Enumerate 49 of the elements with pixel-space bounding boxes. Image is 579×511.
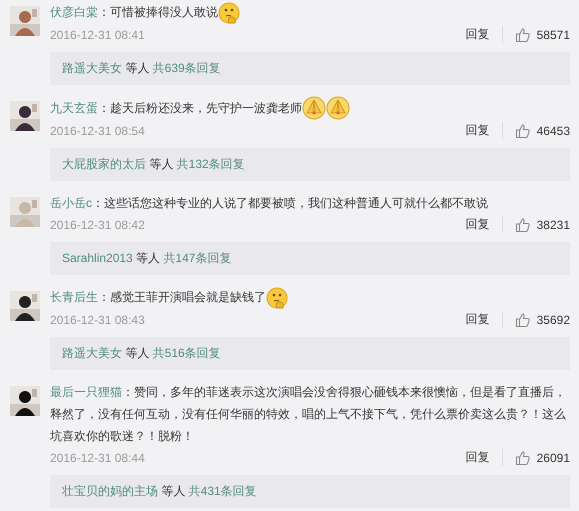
- reply-link[interactable]: 回复: [466, 122, 503, 140]
- like-count: 38231: [536, 218, 570, 232]
- user-link[interactable]: 最后一只狸猫: [50, 384, 122, 399]
- user-link[interactable]: 九天玄蛋: [50, 100, 98, 115]
- user-link[interactable]: 长青后生: [50, 290, 98, 304]
- thumbs-up-icon[interactable]: [514, 26, 531, 43]
- praying-hands-icon: [326, 96, 350, 120]
- user-link[interactable]: 大屁股家的太后: [62, 156, 146, 171]
- reply-summary: 路遥大美女 等人 共639条回复: [50, 52, 570, 85]
- reply-count-link[interactable]: 共132条回复: [176, 156, 245, 171]
- praying-hands-icon: [302, 96, 326, 120]
- user-link[interactable]: 壮宝贝的妈的主场: [62, 484, 158, 498]
- comment-text: 九天玄蛋：趁天后粉还没来，先守护一波龚老师: [50, 100, 302, 117]
- reply-summary: Sarahlin2013 等人 共147条回复: [50, 242, 570, 275]
- reply-count-link[interactable]: 共516条回复: [152, 346, 221, 360]
- comment-text: 伏彦白棠：可惜被捧得没人敢说: [50, 4, 218, 22]
- user-link[interactable]: 路遥大美女: [62, 60, 122, 75]
- reply-count-link[interactable]: 共431条回复: [188, 484, 257, 498]
- reply-count-link[interactable]: 共639条回复: [152, 60, 221, 75]
- timestamp: 2016-12-31 08:44: [50, 450, 146, 465]
- like-count: 46453: [536, 124, 570, 138]
- comment-text: 岳小岳c：这些话您这种专业的人说了都要被喷，我们这种普通人可就什么都不敢说: [50, 194, 488, 212]
- timestamp: 2016-12-31 08:41: [50, 28, 146, 42]
- reply-summary: 大屁股家的太后 等人 共132条回复: [50, 148, 570, 181]
- reply-link[interactable]: 回复: [466, 216, 503, 234]
- like-count: 26091: [536, 450, 570, 465]
- user-link[interactable]: 岳小岳c: [50, 196, 92, 210]
- timestamp: 2016-12-31 08:42: [50, 218, 146, 232]
- timestamp: 2016-12-31 08:43: [50, 312, 146, 327]
- user-link[interactable]: 路遥大美女: [62, 346, 122, 360]
- comment-text: 最后一只狸猫：赞同，多年的菲迷表示这次演唱会没舍得狠心砸钱本来很懊恼，但是看了直播后，释然了，没有任何互动，没有任何华丽的特效，唱的上气不接下气，凭什么票价卖这么贵？！这么坑喜欢你的歌迷？！脱粉！: [50, 384, 567, 445]
- reply-summary: 路遥大美女 等人 共516条回复: [50, 336, 570, 370]
- thinking-smiley-icon: [218, 2, 240, 24]
- like-count: 35692: [536, 312, 570, 327]
- user-link[interactable]: 伏彦白棠: [50, 5, 98, 20]
- user-link[interactable]: Sarahlin2013: [62, 250, 133, 265]
- reply-summary: 壮宝贝的妈的主场 等人 共431条回复: [50, 474, 570, 508]
- thumbs-up-icon[interactable]: [514, 216, 531, 233]
- thumbs-up-icon[interactable]: [514, 122, 531, 139]
- comment-text: 长青后生：感觉王菲开演唱会就是缺钱了: [50, 289, 266, 306]
- timestamp: 2016-12-31 08:54: [50, 124, 146, 138]
- thumbs-up-icon[interactable]: [514, 450, 531, 466]
- like-count: 58571: [536, 28, 570, 42]
- reply-link[interactable]: 回复: [466, 26, 503, 44]
- reply-link[interactable]: 回复: [466, 449, 503, 466]
- thumbs-up-icon[interactable]: [514, 312, 531, 328]
- reply-link[interactable]: 回复: [466, 311, 503, 328]
- reply-count-link[interactable]: 共147条回复: [163, 250, 232, 265]
- thinking-smiley-icon: [266, 286, 288, 309]
